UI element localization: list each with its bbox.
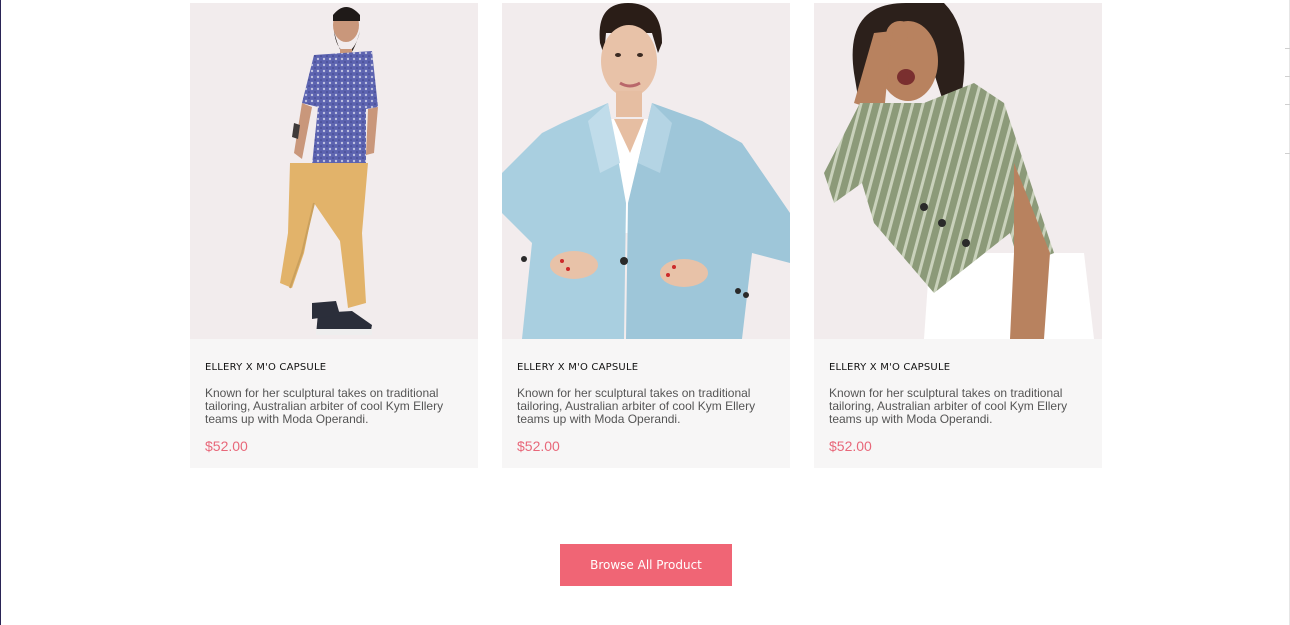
edge-tick: [1285, 153, 1290, 154]
product-price: $52.00: [829, 438, 872, 454]
product-price: $52.00: [205, 438, 248, 454]
product-title[interactable]: ELLERY X M'O CAPSULE: [205, 362, 463, 373]
product-description: Known for her sculptural takes on tradit…: [517, 386, 756, 426]
product-card-body: ELLERY X M'O CAPSULE Known for her sculp…: [814, 339, 1102, 454]
product-image-striped-top[interactable]: [814, 3, 1102, 339]
product-description: Known for her sculptural takes on tradit…: [205, 386, 444, 426]
product-card[interactable]: ELLERY X M'O CAPSULE Known for her sculp…: [190, 3, 478, 468]
page: ELLERY X M'O CAPSULE Known for her sculp…: [0, 0, 1290, 625]
product-title[interactable]: ELLERY X M'O CAPSULE: [517, 362, 775, 373]
product-price: $52.00: [517, 438, 560, 454]
product-card[interactable]: ELLERY X M'O CAPSULE Known for her sculp…: [814, 3, 1102, 468]
woman-in-light-blue-blazer-image: [502, 3, 790, 339]
product-card[interactable]: ELLERY X M'O CAPSULE Known for her sculp…: [502, 3, 790, 468]
product-description: Known for her sculptural takes on tradit…: [829, 386, 1068, 426]
man-in-blue-shirt-and-yellow-pants-image: [190, 3, 478, 339]
browse-all-product-button[interactable]: Browse All Product: [560, 544, 732, 586]
woman-in-striped-green-top-image: [814, 3, 1102, 339]
product-grid: ELLERY X M'O CAPSULE Known for her sculp…: [190, 3, 1102, 468]
edge-tick: [1285, 48, 1290, 49]
product-card-body: ELLERY X M'O CAPSULE Known for her sculp…: [502, 339, 790, 454]
product-title[interactable]: ELLERY X M'O CAPSULE: [829, 362, 1087, 373]
product-image-man[interactable]: [190, 3, 478, 339]
product-image-blazer[interactable]: [502, 3, 790, 339]
product-card-body: ELLERY X M'O CAPSULE Known for her sculp…: [190, 339, 478, 454]
edge-tick: [1285, 104, 1290, 105]
edge-tick: [1285, 76, 1290, 77]
